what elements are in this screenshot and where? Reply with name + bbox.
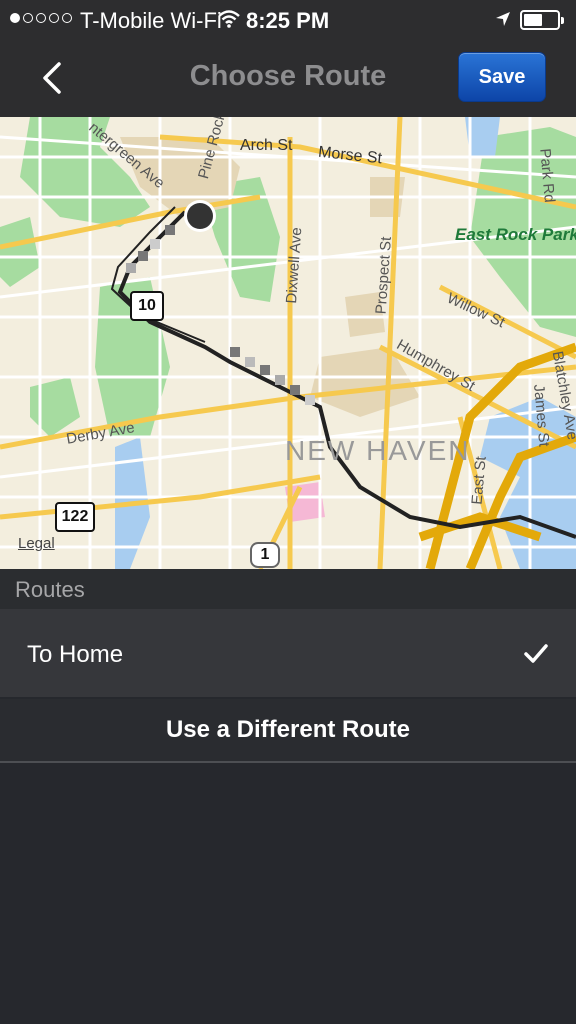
use-different-route-label: Use a Different Route [165,716,411,743]
carrier-name: T-Mobile Wi-Fi [80,8,222,33]
route-shield-1: 1 [250,542,280,568]
use-different-route-button[interactable]: Use a Different Route [0,699,576,763]
status-time: 8:25 PM [246,8,330,33]
legal-link[interactable]: Legal [18,535,55,552]
status-bar: T-Mobile Wi-Fi 8:25 PM [0,0,576,40]
route-shield-10: 10 [130,291,164,321]
save-button[interactable]: Save [458,52,546,102]
map-label-arch-st: Arch St [240,137,293,154]
battery-icon [520,10,564,30]
routes-header-label: Routes [15,577,85,602]
route-item-to-home[interactable]: To Home [0,609,576,697]
routes-section-header: Routes [0,569,576,609]
wifi-icon [218,10,240,28]
location-arrow-icon [496,12,510,26]
checkmark-icon [524,644,548,663]
navigation-bar: Choose Route Save [0,40,576,117]
route-map[interactable]: Arch St Morse St ntergreen Ave Pine Rock… [0,117,576,569]
route-item-label: To Home [27,641,124,668]
route-shield-122: 122 [55,502,95,532]
signal-strength-icon [10,13,72,23]
map-label-new-haven: NEW HAVEN [285,435,471,466]
map-label-east-rock-park: East Rock Park [455,225,576,244]
